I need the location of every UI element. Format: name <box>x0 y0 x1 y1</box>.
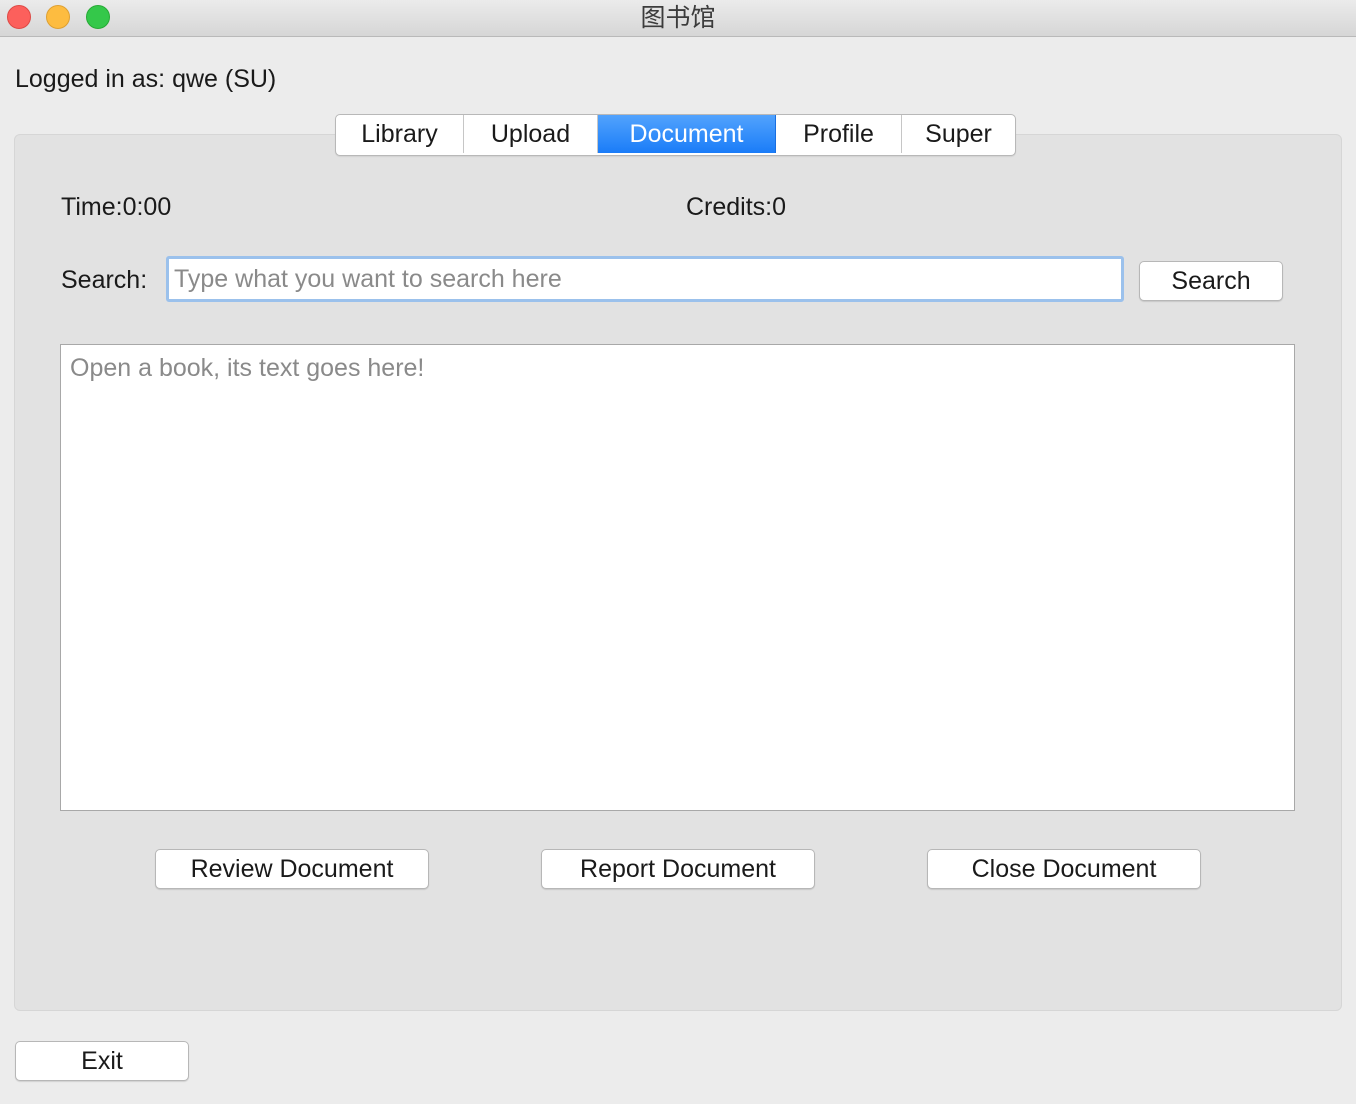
document-text-area[interactable] <box>60 344 1295 811</box>
tab-profile[interactable]: Profile <box>776 115 902 153</box>
report-document-button[interactable]: Report Document <box>541 849 815 889</box>
tab-library[interactable]: Library <box>336 115 464 153</box>
tab-document[interactable]: Document <box>598 115 776 153</box>
exit-button[interactable]: Exit <box>15 1041 189 1081</box>
search-button[interactable]: Search <box>1139 261 1283 301</box>
search-label: Search: <box>61 266 148 294</box>
window-titlebar: 图书馆 <box>0 0 1356 37</box>
time-label: Time:0:00 <box>61 193 172 221</box>
tab-bar: Library Upload Document Profile Super <box>335 114 1016 156</box>
review-document-button[interactable]: Review Document <box>155 849 429 889</box>
credits-label: Credits:0 <box>686 193 787 221</box>
search-input[interactable] <box>166 256 1124 302</box>
tab-upload[interactable]: Upload <box>464 115 598 153</box>
logged-in-label: Logged in as: qwe (SU) <box>15 65 277 93</box>
window-title: 图书馆 <box>640 4 716 32</box>
tab-super[interactable]: Super <box>902 115 1015 153</box>
close-document-button[interactable]: Close Document <box>927 849 1201 889</box>
